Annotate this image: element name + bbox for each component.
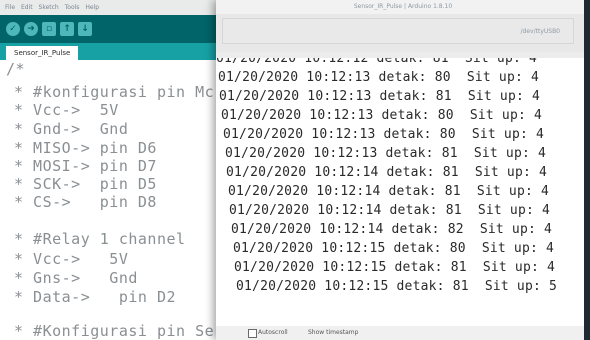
code-line: * Gnd-> Gnd bbox=[14, 120, 129, 138]
menu-help[interactable]: Help bbox=[85, 4, 99, 11]
menu-bar: File Edit Sketch Tools Help bbox=[0, 0, 238, 15]
code-line: * Data-> pin D2 bbox=[14, 288, 177, 306]
code-line: * Gns-> Gnd bbox=[14, 269, 138, 287]
tab-bar: Sensor_IR_Pulse bbox=[0, 43, 238, 60]
verify-button[interactable]: ✓ bbox=[6, 22, 20, 36]
serial-output-area[interactable]: 01/20/2020 10:12:12 detak: 81 Sit up: 4 … bbox=[216, 58, 590, 326]
code-line: * Vcc-> 5V bbox=[14, 250, 129, 268]
serial-footer: Autoscroll Show timestamp bbox=[216, 326, 590, 340]
code-line: * #Konfigurasi pin Se bbox=[14, 322, 215, 340]
arduino-ide-window: File Edit Sketch Tools Help ✓ ➜ ▫ ↑ ↓ Se… bbox=[0, 0, 238, 340]
code-line: * Vcc-> 5V bbox=[14, 101, 119, 119]
serial-line: 01/20/2020 10:12:13 detak: 80 Sit up: 4 bbox=[223, 127, 545, 142]
arrow-up-icon: ↑ bbox=[63, 24, 71, 34]
serial-input-bar: /dev/ttyUSB0 bbox=[216, 14, 590, 52]
serial-line: 01/20/2020 10:12:15 detak: 81 Sit up: 4 bbox=[234, 260, 556, 275]
screen-bezel bbox=[584, 0, 590, 340]
serial-line: 01/20/2020 10:12:13 detak: 81 Sit up: 4 bbox=[225, 146, 547, 161]
menu-edit[interactable]: Edit bbox=[21, 4, 33, 11]
serial-window-title: Sensor_IR_Pulse | Arduino 1.8.10 bbox=[216, 0, 590, 14]
code-line: * #Relay 1 channel bbox=[14, 230, 186, 248]
code-editor[interactable]: /* * #konfigurasi pin Mc * Vcc-> 5V * Gn… bbox=[0, 60, 238, 340]
menu-tools[interactable]: Tools bbox=[65, 4, 80, 11]
code-line: * MISO-> pin D6 bbox=[14, 139, 157, 157]
serial-line: 01/20/2020 10:12:14 detak: 81 Sit up: 4 bbox=[228, 184, 550, 199]
code-line: * SCK-> pin D5 bbox=[14, 175, 157, 193]
new-button[interactable]: ▫ bbox=[42, 22, 56, 36]
upload-button[interactable]: ➜ bbox=[24, 22, 38, 36]
check-icon: ✓ bbox=[9, 24, 17, 34]
serial-monitor-window: Sensor_IR_Pulse | Arduino 1.8.10 /dev/tt… bbox=[216, 0, 590, 340]
open-button[interactable]: ↑ bbox=[60, 22, 74, 36]
serial-line: 01/20/2020 10:12:14 detak: 81 Sit up: 4 bbox=[226, 165, 548, 180]
serial-line: 01/20/2020 10:12:14 detak: 81 Sit up: 4 bbox=[229, 203, 551, 218]
serial-line: 01/20/2020 10:12:13 detak: 81 Sit up: 4 bbox=[219, 89, 541, 104]
autoscroll-label: Autoscroll bbox=[258, 329, 288, 336]
save-button[interactable]: ↓ bbox=[78, 22, 92, 36]
toolbar: ✓ ➜ ▫ ↑ ↓ bbox=[0, 15, 238, 43]
serial-line: 01/20/2020 10:12:13 detak: 80 Sit up: 4 bbox=[221, 108, 543, 123]
serial-port-label: /dev/ttyUSB0 bbox=[520, 28, 560, 35]
code-line: * #konfigurasi pin Mc bbox=[14, 83, 215, 101]
code-line: * CS-> pin D8 bbox=[14, 193, 157, 211]
serial-line: 01/20/2020 10:12:15 detak: 80 Sit up: 4 bbox=[233, 241, 555, 256]
code-line: * MOSI-> pin D7 bbox=[14, 157, 157, 175]
serial-line: 01/20/2020 10:12:15 detak: 81 Sit up: 5 bbox=[236, 279, 558, 294]
serial-line: 01/20/2020 10:12:14 detak: 82 Sit up: 4 bbox=[231, 222, 553, 237]
show-timestamp-label[interactable]: Show timestamp bbox=[308, 329, 358, 336]
menu-file[interactable]: File bbox=[5, 4, 15, 11]
autoscroll-checkbox[interactable] bbox=[248, 329, 257, 338]
serial-line: 01/20/2020 10:12:13 detak: 80 Sit up: 4 bbox=[218, 70, 540, 85]
serial-line: 01/20/2020 10:12:12 detak: 81 Sit up: 4 bbox=[216, 58, 538, 66]
menu-sketch[interactable]: Sketch bbox=[39, 4, 59, 11]
arrow-right-icon: ➜ bbox=[27, 24, 35, 34]
arrow-down-icon: ↓ bbox=[81, 24, 89, 34]
new-file-icon: ▫ bbox=[45, 24, 53, 34]
code-line: /* bbox=[6, 60, 26, 78]
tab-sensor-ir-pulse[interactable]: Sensor_IR_Pulse bbox=[6, 46, 79, 60]
